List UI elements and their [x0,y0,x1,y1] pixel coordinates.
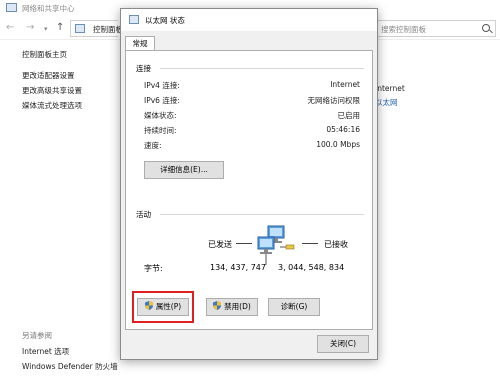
tab-general[interactable]: 常规 [125,36,155,51]
address-text: 控制面板 [93,25,123,34]
received-dash [302,243,318,244]
control-panel-icon [75,24,85,33]
shield-icon [213,301,222,310]
general-tab-panel: 连接 IPv4 连接: Internet IPv6 连接: 无网络访问权限 媒体… [125,50,373,330]
ipv4-value: Internet [330,80,360,89]
bytes-label: 字节: [144,264,163,273]
duration-label: 持续时间: [144,126,177,135]
connection-divider [160,68,364,69]
back-arrow-icon[interactable]: ← [6,22,14,33]
ethernet-connection-link[interactable]: 以太网 [375,97,398,108]
disable-button-label: 禁用(D) [224,302,251,311]
speed-label: 速度: [144,141,162,150]
speed-value: 100.0 Mbps [316,140,360,149]
received-label: 已接收 [324,240,348,249]
dialog-titlebar: 以太网 状态 [121,9,377,31]
disable-button[interactable]: 禁用(D) [206,298,258,316]
access-type-value: Internet [375,84,405,93]
ipv4-label: IPv4 连接: [144,81,180,90]
sidebar-link-media-streaming[interactable]: 媒体流式处理选项 [22,100,82,111]
network-center-icon [6,3,17,12]
ipv6-label: IPv6 连接: [144,96,180,105]
media-state-label: 媒体状态: [144,111,177,120]
received-bytes-value: 3, 044, 548, 834 [278,263,345,272]
recent-locations-icon[interactable]: ▾ [44,25,48,33]
bg-window-title: 网络和共享中心 [22,4,75,13]
network-icon [129,15,139,24]
sent-dash [236,243,252,244]
connection-section-label: 连接 [136,64,151,73]
sidebar-link-internet-options[interactable]: Internet 选项 [22,346,69,357]
search-placeholder: 搜索控制面板 [381,25,426,34]
ipv6-value: 无网络访问权限 [307,96,361,105]
duration-value: 05:46:16 [326,125,360,134]
sidebar-link-advanced-sharing[interactable]: 更改高级共享设置 [22,85,82,96]
close-button[interactable]: 关闭(C) [317,335,369,353]
properties-button-label: 属性(P) [155,302,182,311]
see-also-heading: 另请参阅 [22,331,52,340]
up-arrow-icon[interactable]: ↑ [56,22,64,33]
details-button[interactable]: 详细信息(E)... [144,161,224,179]
sidebar-home-link[interactable]: 控制面板主页 [22,49,67,60]
forward-arrow-icon[interactable]: → [26,22,34,33]
dialog-title: 以太网 状态 [145,16,185,25]
ethernet-status-dialog: 以太网 状态 常规 连接 IPv4 连接: Internet IPv6 连接: … [120,8,378,360]
shield-icon [144,301,153,310]
sidebar-link-adapter-settings[interactable]: 更改适配器设置 [22,70,75,81]
sent-label: 已发送 [208,240,232,249]
diagnose-button[interactable]: 诊断(G) [268,298,320,316]
activity-section-label: 活动 [136,210,151,219]
sent-bytes-value: 134, 437, 747 [210,263,266,272]
media-state-value: 已启用 [337,111,361,120]
search-icon [482,24,490,32]
properties-button[interactable]: 属性(P) [137,298,189,316]
search-input[interactable]: 搜索控制面板 [376,20,496,37]
sidebar-link-firewall[interactable]: Windows Defender 防火墙 [22,361,118,372]
address-bar[interactable]: 控制面板 [70,20,123,37]
activity-divider [160,214,364,215]
sidebar: 控制面板主页 更改适配器设置 更改高级共享设置 媒体流式处理选项 另请参阅 In… [0,41,120,387]
